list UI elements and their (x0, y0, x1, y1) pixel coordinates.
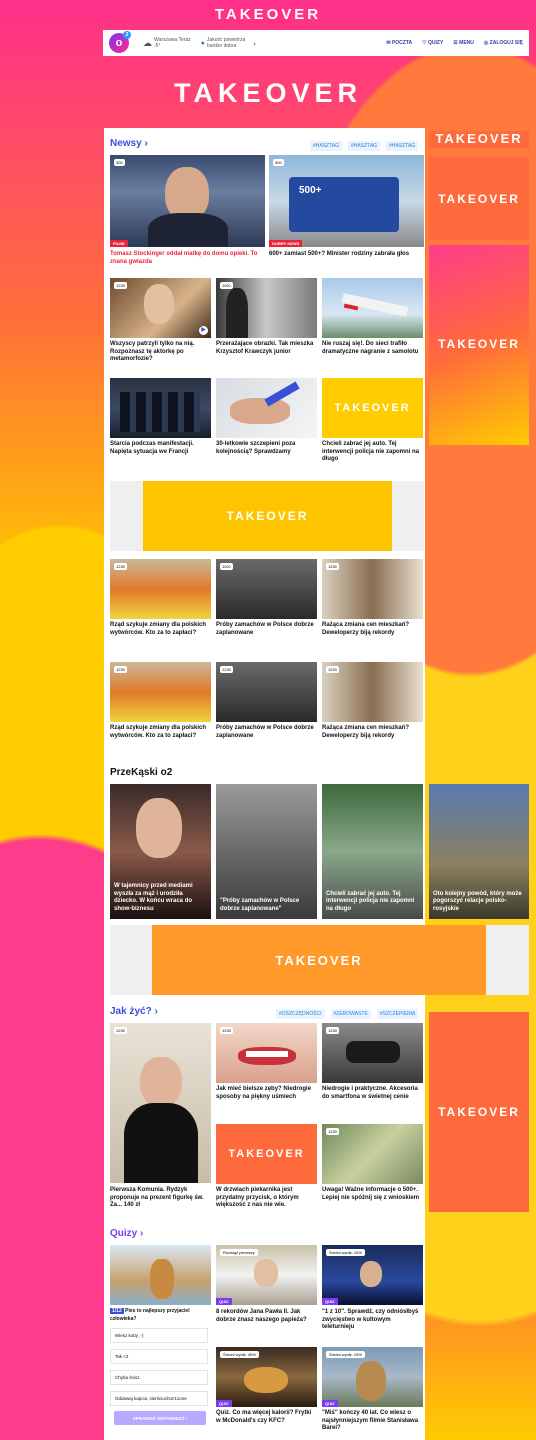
story-title[interactable]: Przerażające obrazki. Tak mieszka Krzysz… (216, 341, 316, 356)
story-title[interactable]: Uwaga! Ważne informacje o 500+. Lepiej n… (322, 1187, 422, 1202)
story-title[interactable]: Pierwsza Komunia. Rydzyk proponuje na pr… (110, 1187, 210, 1210)
story-image[interactable]: 1230 (216, 662, 317, 722)
air-icon: ● (200, 39, 205, 47)
story-image[interactable]: 1230 (322, 662, 423, 722)
side-ad-1[interactable]: TAKEOVER (429, 157, 529, 240)
story-image[interactable] (216, 378, 317, 438)
section-title-newsy[interactable]: Newsy › (110, 138, 148, 149)
section-title-przekaski[interactable]: PrzeKąski o2 (110, 767, 172, 778)
story-title[interactable]: Chcieli zabrać jej auto. Tej interwencji… (322, 441, 422, 464)
quiz-title[interactable]: "1 z 10". Sprawdź, czy odniósłbyś zwycię… (322, 1309, 422, 1332)
story-title[interactable]: Starcia podczas manifestacji. Napięta sy… (110, 441, 210, 456)
nav-quizy[interactable]: ♡ QUIZY (422, 40, 443, 46)
cloud-icon: ☁ (143, 37, 152, 48)
story-title[interactable]: Próby zamachów w Polsce dobrze zaplanowa… (216, 622, 316, 637)
story-image[interactable]: 1230 (110, 1023, 211, 1183)
story-title[interactable]: Nie ruszaj się!. Do sieci trafiło dramat… (322, 341, 422, 356)
side-ad-3[interactable]: TAKEOVER (429, 1012, 529, 1212)
story-title[interactable]: Jak mieć bielsze zęby? Niedrogie sposoby… (216, 1086, 316, 1101)
quiz-image (110, 1245, 211, 1305)
nav-login[interactable]: ◎ ZALOGUJ SIĘ (484, 40, 523, 46)
story-title[interactable]: 600+ zamiast 500+? Minister rodziny zabr… (269, 251, 419, 259)
story-image[interactable]: 300 PILNE (110, 155, 265, 247)
quiz-option[interactable]: Wiesz kotty ;-) (110, 1328, 208, 1343)
snack-card[interactable]: Chcieli zabrać jej auto. Tej interwencji… (322, 784, 423, 919)
tag[interactable]: #HASZTAG (348, 141, 381, 151)
jak-zyc-tags: #OSZCZĘDNOŚCI #ZEROWASTE #SZCZEPIENIA (276, 1009, 419, 1019)
weather-widget[interactable]: ☁ Warszawa Teraz -5° ● Jakość powietrza ba… (143, 37, 256, 49)
story-title[interactable]: Próby zamachów w Polsce dobrze zaplanowa… (216, 725, 316, 740)
quiz-option[interactable]: Oddawaj kapcia, sierściuchu!!11one (110, 1391, 208, 1406)
story-image[interactable] (110, 378, 211, 438)
story-title[interactable]: 30-letkowie szczepieni poza kolejnością?… (216, 441, 316, 456)
inline-ad[interactable]: TAKEOVER (216, 1124, 317, 1184)
story-title[interactable]: W drzwiach piekarnika jest przydatny prz… (216, 1187, 316, 1210)
newsy-tags: #HASZTAG #HASZTAG #HASZTAG (310, 141, 419, 151)
story-title[interactable]: Tomasz Stockinger oddał matkę do domu op… (110, 251, 260, 266)
quiz-option[interactable]: Tak <3 (110, 1349, 208, 1364)
tag[interactable]: #ZEROWASTE (330, 1009, 371, 1019)
story-image[interactable]: 1230 (322, 1023, 423, 1083)
story-image[interactable]: 1100 (216, 559, 317, 619)
top-takeover-banner[interactable]: TAKEOVER (0, 0, 536, 28)
quiz-card-image[interactable]: Średni wynik: 16% QUIZ (322, 1245, 423, 1305)
story-title[interactable]: Rząd szykuje zmiany dla polskich wytwórc… (110, 622, 210, 637)
story-image[interactable] (322, 278, 423, 338)
quiz-title[interactable]: 8 rekordów Jana Pawła II. Jak dobrze zna… (216, 1309, 316, 1324)
quiz-option[interactable]: Chyba śnisz. (110, 1370, 208, 1385)
snack-card[interactable]: W tajemnicy przed mediami wyszła za mąż … (110, 784, 211, 919)
story-title[interactable]: Rażąca zmiana cen mieszkań? Deweloperzy … (322, 622, 422, 637)
tag[interactable]: #HASZTAG (310, 141, 343, 151)
story-title[interactable]: Rząd szykuje zmiany dla polskich wytwórc… (110, 725, 210, 740)
story-image[interactable]: 1230 (322, 1124, 423, 1184)
quiz-card-image[interactable]: Średni wynik: 15% QUIZ (322, 1347, 423, 1407)
quiz-card-image[interactable]: Rozwiąż pierwszy QUIZ (216, 1245, 317, 1305)
story-image[interactable]: 1230 ▶ (110, 278, 211, 338)
story-image[interactable]: 1100 (216, 278, 317, 338)
side-takeover-header[interactable]: TAKEOVER (429, 131, 529, 148)
story-title[interactable]: Niedrogie i praktyczne. Akcesoria do sma… (322, 1086, 422, 1101)
section-title-jak-zyc[interactable]: Jak żyć? › (110, 1006, 158, 1017)
tag[interactable]: #SZCZEPIENIA (376, 1009, 419, 1019)
story-image[interactable]: 1230 (216, 1023, 317, 1083)
section-title-quizy[interactable]: Quizy › (110, 1228, 143, 1239)
snack-card[interactable]: "Próby zamachów w Polsce dobrze zaplanow… (216, 784, 317, 919)
story-title[interactable]: Wszyscy patrzyli tylko na nią. Rozpoznas… (110, 341, 210, 364)
wide-ad[interactable]: TAKEOVER (152, 925, 486, 995)
story-title[interactable]: Rażąca zmiana cen mieszkań? Deweloperzy … (322, 725, 422, 740)
snack-card[interactable]: Oto kolejny powód, który może pogorszyć … (429, 784, 529, 919)
o2-logo[interactable]: o2 (109, 31, 131, 53)
chevron-right-icon[interactable]: › (253, 39, 256, 48)
side-ad-2[interactable]: TAKEOVER (429, 245, 529, 445)
check-answer-button[interactable]: SPRAWDŹ ODPOWIEDŹ › (114, 1411, 206, 1425)
story-image[interactable]: 300 500+ DOBRY NEWS (269, 155, 424, 247)
tag[interactable]: #HASZTAG (386, 141, 419, 151)
site-header: o2 ☁ Warszawa Teraz -5° ● Jakość powietrz… (103, 30, 529, 56)
quiz-question: 1/12 Pies to najlepszy przyjaciel człowi… (110, 1308, 190, 1322)
quiz-card-image[interactable]: Średni wynik: 45% QUIZ (216, 1347, 317, 1407)
inline-ad[interactable]: TAKEOVER (322, 378, 423, 438)
quiz-title[interactable]: "Miś" kończy 40 lat. Co wiesz o najsłynn… (322, 1410, 422, 1433)
story-image[interactable]: 1230 (110, 662, 211, 722)
tag[interactable]: #OSZCZĘDNOŚCI (276, 1009, 325, 1019)
story-image[interactable]: 1230 (322, 559, 423, 619)
wide-ad[interactable]: TAKEOVER (143, 481, 392, 551)
hero-takeover-label[interactable]: TAKEOVER (0, 78, 536, 109)
quiz-title[interactable]: Quiz. Co ma więcej kalorii? Frytki w McD… (216, 1410, 316, 1425)
nav-poczta[interactable]: ✉ POCZTA (386, 40, 412, 46)
nav-menu[interactable]: ☰ MENU (453, 40, 474, 46)
story-image[interactable]: 1230 (110, 559, 211, 619)
